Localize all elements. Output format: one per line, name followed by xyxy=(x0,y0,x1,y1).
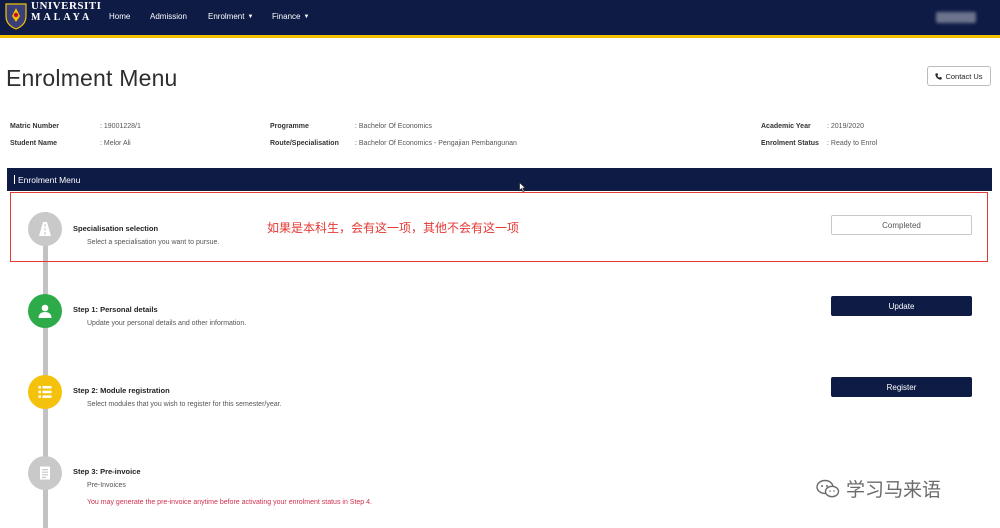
update-button[interactable]: Update xyxy=(831,296,972,316)
user-icon xyxy=(38,304,52,318)
pre-invoice-warning: You may generate the pre-invoice anytime… xyxy=(87,499,372,506)
completed-button[interactable]: Completed xyxy=(831,215,972,235)
register-button[interactable]: Register xyxy=(831,377,972,397)
nav-home[interactable]: Home xyxy=(109,12,130,21)
step-title-pre-invoice: Step 3: Pre-invoice xyxy=(73,467,141,476)
nav-enrolment-label: Enrolment xyxy=(208,12,245,21)
road-icon xyxy=(39,222,51,236)
route-label: Route/Specialisation xyxy=(270,140,339,147)
phone-icon xyxy=(935,72,943,80)
page-title: Enrolment Menu xyxy=(6,65,178,91)
contact-us-label: Contact Us xyxy=(945,71,983,81)
step-circle-personal-details xyxy=(28,294,62,328)
step-desc-module-registration: Select modules that you wish to register… xyxy=(87,401,282,408)
info-matric: Matric Number : 19001228/1 xyxy=(10,123,141,130)
enrolment-status-label: Enrolment Status xyxy=(761,140,819,147)
programme-label: Programme xyxy=(270,123,309,130)
top-navbar: UNIVERSITI MALAYA Home Admission Enrolme… xyxy=(0,0,1000,38)
wechat-icon xyxy=(816,479,840,497)
matric-value: : 19001228/1 xyxy=(100,123,141,130)
watermark: 学习马来语 xyxy=(816,475,941,502)
header-divider xyxy=(14,175,15,184)
brand-line-2: MALAYA xyxy=(31,12,93,23)
enrolment-menu-header: Enrolment Menu xyxy=(7,168,992,191)
list-icon xyxy=(38,386,52,398)
university-crest-icon[interactable] xyxy=(4,2,28,30)
mouse-cursor-icon xyxy=(519,182,526,192)
completed-button-label: Completed xyxy=(882,220,921,230)
register-button-label: Register xyxy=(886,382,917,392)
step-desc-specialisation: Select a specialisation you want to purs… xyxy=(87,239,220,246)
info-student-name: Student Name : Melor Ali xyxy=(10,140,131,147)
academic-year-value: : 2019/2020 xyxy=(827,123,864,130)
academic-year-label: Academic Year xyxy=(761,123,811,130)
user-menu-blurred[interactable] xyxy=(936,12,976,23)
pre-invoices-link[interactable]: Pre-Invoices xyxy=(87,482,126,489)
chevron-down-icon: ▼ xyxy=(303,14,310,20)
nav-enrolment[interactable]: Enrolment ▼ xyxy=(208,12,253,21)
student-name-value: : Melor Ali xyxy=(100,140,131,147)
contact-us-button[interactable]: Contact Us xyxy=(927,66,991,86)
info-programme: Programme : Bachelor Of Economics xyxy=(270,123,432,130)
step-title-personal-details: Step 1: Personal details xyxy=(73,305,158,314)
nav-finance-label: Finance xyxy=(272,12,301,21)
chevron-down-icon: ▼ xyxy=(247,14,254,20)
nav-home-label: Home xyxy=(109,12,131,21)
step-desc-personal-details: Update your personal details and other i… xyxy=(87,320,247,327)
step-circle-pre-invoice xyxy=(28,456,62,490)
step-circle-specialisation xyxy=(28,212,62,246)
nav-finance[interactable]: Finance ▼ xyxy=(272,12,309,21)
nav-admission-label: Admission xyxy=(150,12,187,21)
enrolment-menu-header-label: Enrolment Menu xyxy=(18,175,81,185)
matric-label: Matric Number xyxy=(10,123,60,130)
student-name-label: Student Name xyxy=(10,140,58,147)
step-title-specialisation: Specialisation selection xyxy=(73,224,159,233)
info-enrolment-status: Enrolment Status : Ready to Enrol xyxy=(761,140,877,147)
info-route: Route/Specialisation : Bachelor Of Econom… xyxy=(270,140,517,147)
document-icon xyxy=(40,466,50,480)
brand-line-1: UNIVERSITI xyxy=(31,0,102,12)
annotation-text: 如果是本科生，会有这一项，其他不会有这一项 xyxy=(267,221,520,235)
nav-admission[interactable]: Admission xyxy=(150,12,187,21)
watermark-text: 学习马来语 xyxy=(846,479,942,501)
enrolment-status-value: : Ready to Enrol xyxy=(827,140,878,147)
step-circle-module-registration xyxy=(28,375,62,409)
programme-value: : Bachelor Of Economics xyxy=(355,123,433,130)
update-button-label: Update xyxy=(888,301,915,311)
university-brand[interactable]: UNIVERSITI MALAYA xyxy=(31,0,101,24)
route-value: : Bachelor Of Economics - Pengajian Pemb… xyxy=(355,140,517,147)
info-academic-year: Academic Year : 2019/2020 xyxy=(761,123,864,130)
step-title-module-registration: Step 2: Module registration xyxy=(73,386,170,395)
